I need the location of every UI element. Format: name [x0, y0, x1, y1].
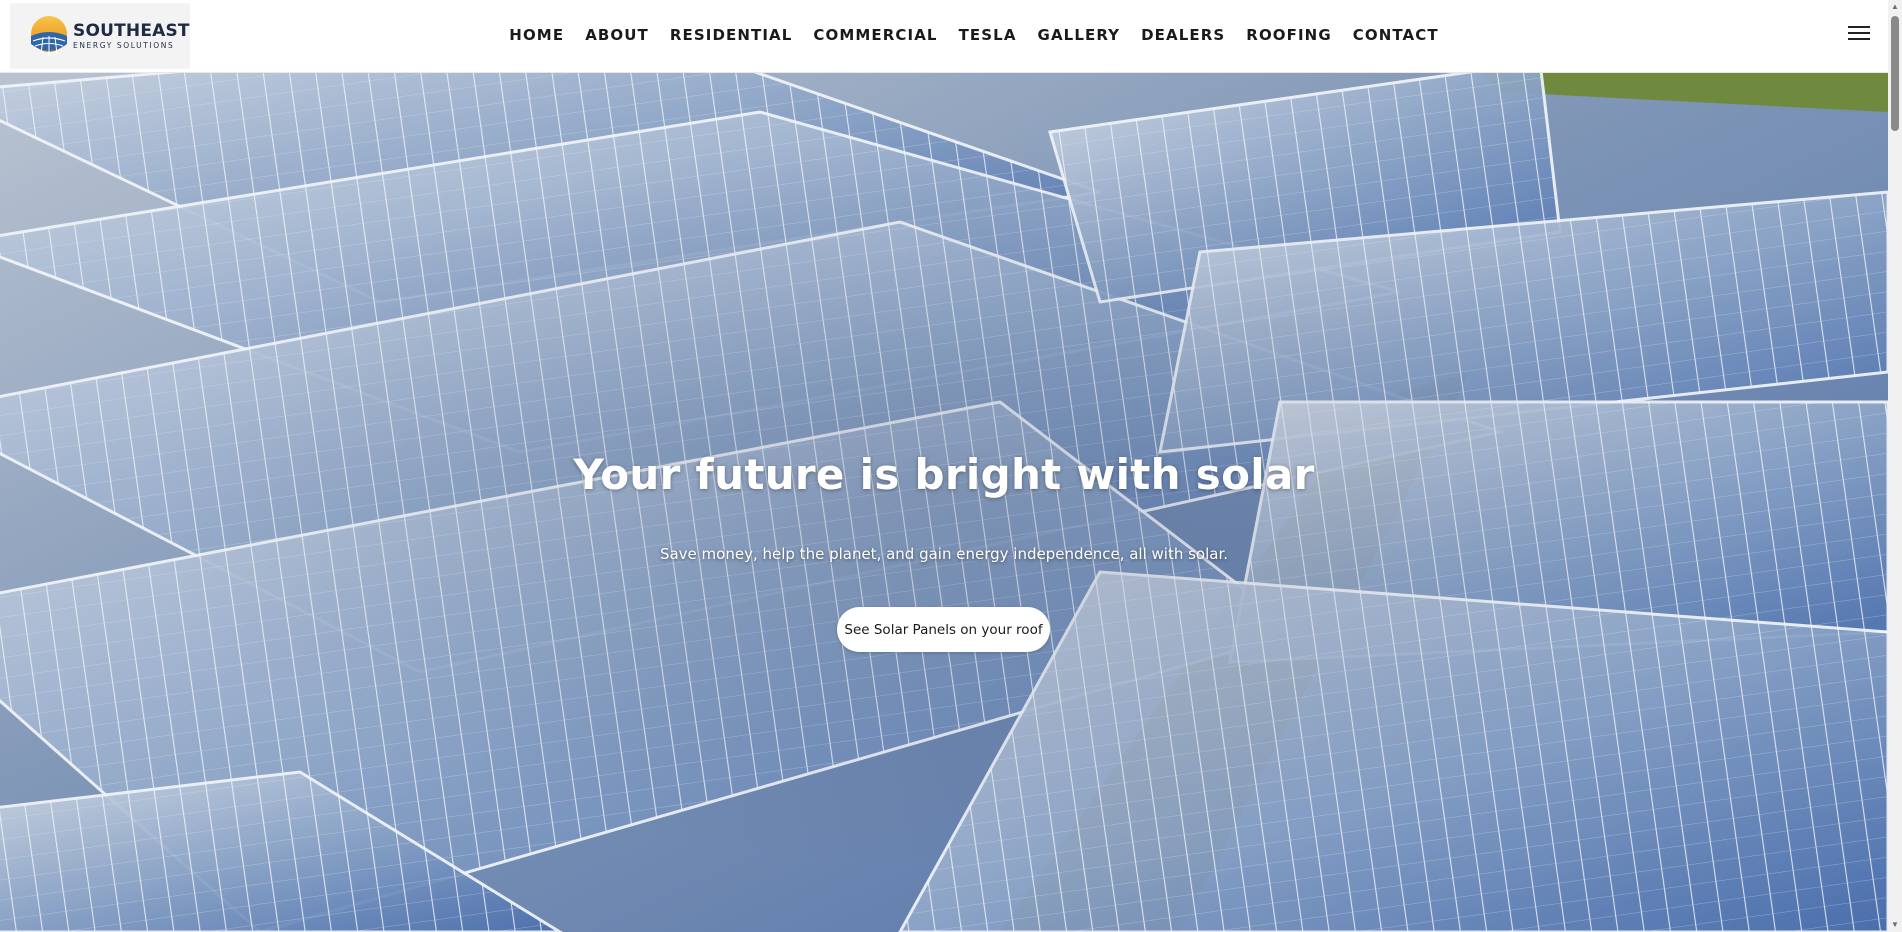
hero-subtitle: Save money, help the planet, and gain en…: [659, 545, 1229, 563]
nav-tesla[interactable]: TESLA: [959, 26, 1017, 44]
vertical-scrollbar[interactable]: ▲ ▼: [1888, 0, 1902, 932]
main-nav: HOME ABOUT RESIDENTIAL COMMERCIAL TESLA …: [0, 0, 1888, 70]
nav-contact[interactable]: CONTACT: [1353, 26, 1439, 44]
scroll-down-arrow-icon[interactable]: ▼: [1888, 918, 1902, 932]
scrollbar-thumb[interactable]: [1891, 16, 1899, 131]
hero-title: Your future is bright with solar: [573, 450, 1315, 499]
hero-section: Your future is bright with solar Save mo…: [0, 72, 1888, 932]
nav-home[interactable]: HOME: [509, 26, 564, 44]
nav-commercial[interactable]: COMMERCIAL: [813, 26, 937, 44]
site-header: SOUTHEAST ENERGY SOLUTIONS HOME ABOUT RE…: [0, 0, 1888, 73]
scroll-up-arrow-icon[interactable]: ▲: [1888, 0, 1902, 14]
see-solar-panels-button[interactable]: See Solar Panels on your roof: [837, 607, 1050, 652]
hero-overlay: [0, 72, 1888, 932]
hamburger-menu-icon[interactable]: [1848, 26, 1870, 44]
nav-roofing[interactable]: ROOFING: [1246, 26, 1331, 44]
nav-residential[interactable]: RESIDENTIAL: [670, 26, 793, 44]
nav-gallery[interactable]: GALLERY: [1038, 26, 1121, 44]
nav-dealers[interactable]: DEALERS: [1141, 26, 1225, 44]
nav-about[interactable]: ABOUT: [585, 26, 649, 44]
page: SOUTHEAST ENERGY SOLUTIONS HOME ABOUT RE…: [0, 0, 1902, 932]
